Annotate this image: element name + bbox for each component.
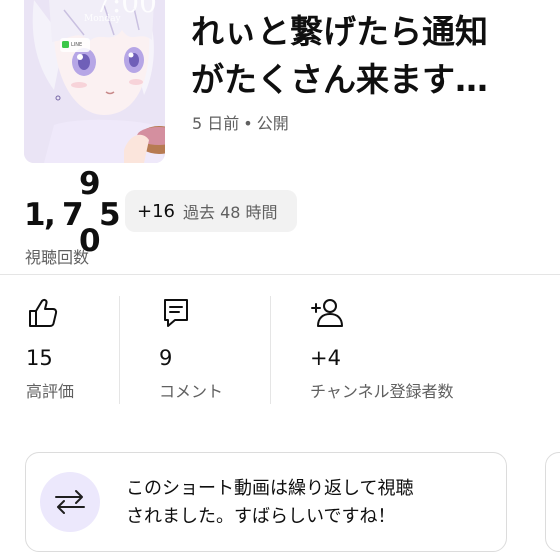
- comments-count: 9: [159, 346, 173, 370]
- stat-comments[interactable]: 9 コメント: [159, 296, 259, 406]
- thumbnail-text-day: Monday: [84, 14, 121, 24]
- achievement-line-2: されました。すばらしいですね！: [126, 506, 396, 527]
- comments-label: コメント: [159, 382, 224, 401]
- views-label: 視聴回数: [25, 248, 90, 267]
- achievement-text: このショート動画は繰り返して視聴 されました。すばらしいですね！: [126, 475, 496, 531]
- subscribers-label: チャンネル登録者数: [310, 382, 454, 401]
- achievement-line-1: このショート動画は繰り返して視聴: [126, 478, 414, 499]
- achievement-card[interactable]: このショート動画は繰り返して視聴 されました。すばらしいですね！: [25, 452, 507, 552]
- comment-icon: [159, 296, 193, 330]
- views-delta-badge: +16 過去 48 時間: [125, 190, 297, 232]
- meta-separator: •: [243, 114, 253, 133]
- views-delta-period: 過去 48 時間: [183, 203, 278, 222]
- view-count-digit: 5: [99, 197, 121, 233]
- video-title[interactable]: れぃと繋げたら通知 がたくさん来ます…: [191, 8, 551, 104]
- video-age: 5 日前: [192, 114, 240, 133]
- video-title-line-1: れぃと繋げたら通知: [191, 12, 488, 51]
- section-divider: [0, 274, 560, 275]
- thumbs-up-icon: [26, 296, 60, 330]
- view-count-digit: ,: [44, 197, 56, 233]
- video-thumbnail[interactable]: 7:00 Monday LINE: [24, 0, 165, 163]
- video-meta: 5 日前 • 公開: [192, 110, 289, 134]
- next-achievement-card[interactable]: [545, 452, 560, 552]
- video-title-line-2: がたくさん来ます…: [191, 60, 488, 99]
- view-count: 1 , 7 9 0 5: [24, 169, 124, 257]
- video-analytics-page: 7:00 Monday LINE れぃと繋げたら通知 がたくさん来ます… 5 日…: [0, 0, 560, 560]
- likes-count: 15: [26, 346, 53, 370]
- view-count-digit: 9: [79, 166, 101, 202]
- likes-label: 高評価: [26, 382, 75, 401]
- thumbnail-text-app: LINE: [71, 42, 83, 48]
- video-visibility: 公開: [256, 114, 289, 133]
- anime-character-illustration: [24, 0, 165, 163]
- stat-subscribers[interactable]: +4 チャンネル登録者数: [310, 296, 510, 406]
- stat-separator: [119, 296, 120, 404]
- stat-likes[interactable]: 15 高評価: [26, 296, 116, 406]
- subscribers-delta: +4: [310, 346, 341, 370]
- stat-separator: [270, 296, 271, 404]
- view-count-digit: 1: [24, 197, 46, 233]
- add-subscriber-icon: [310, 296, 344, 330]
- views-delta: +16: [137, 200, 175, 222]
- repeat-icon: [40, 472, 100, 532]
